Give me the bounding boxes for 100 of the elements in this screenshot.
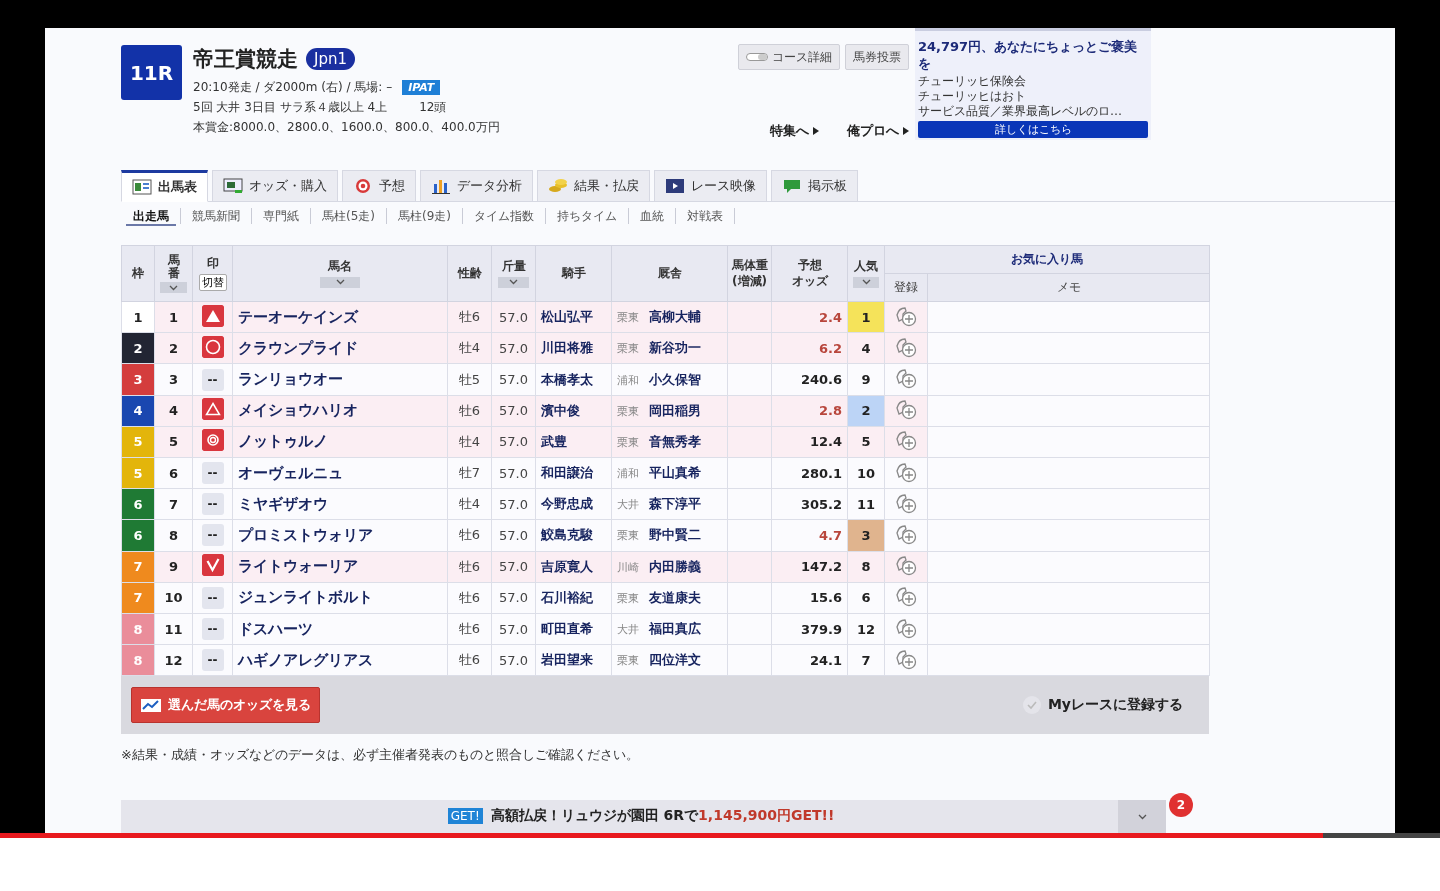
frame-number: 4 <box>121 395 155 427</box>
tab[interactable]: 掲示板 <box>771 169 858 202</box>
stable-area: 栗東 <box>617 311 639 325</box>
no-mark-button[interactable]: -- <box>201 462 224 485</box>
frame-number: 3 <box>121 363 155 396</box>
table-icon <box>132 178 152 195</box>
weight: 57.0 <box>491 395 536 427</box>
sort-button[interactable] <box>160 282 187 294</box>
trainer-name[interactable]: 高柳大輔 <box>649 309 701 325</box>
tab[interactable]: 結果・払戻 <box>537 169 650 202</box>
ad-details-button[interactable]: 詳しくはこちら <box>918 121 1148 138</box>
horse-plus-icon[interactable] <box>894 523 918 545</box>
jockey-name[interactable]: 武豊 <box>541 433 567 449</box>
sex-age: 牡6 <box>447 644 492 676</box>
trainer-name[interactable]: 四位洋文 <box>649 652 701 668</box>
ad-title[interactable]: 24,797円、あなたにちょっとご褒美を <box>918 38 1148 72</box>
betting-button[interactable]: 馬券投票 <box>845 44 909 70</box>
trainer-name[interactable]: 小久保智 <box>649 371 701 387</box>
toggle-button[interactable]: 切替 <box>198 273 227 291</box>
triangle-mark-icon[interactable] <box>201 398 224 421</box>
weight: 57.0 <box>491 644 536 676</box>
banner-headline[interactable]: 高額払戻！リュウジが園田 6Rで <box>490 807 699 826</box>
sort-button[interactable] <box>320 276 360 288</box>
trainer-name[interactable]: 新谷功一 <box>649 340 701 356</box>
no-mark-button[interactable]: -- <box>201 618 224 641</box>
sex-age: 牡4 <box>447 426 492 458</box>
tab[interactable]: レース映像 <box>654 169 767 202</box>
no-mark-button[interactable]: -- <box>201 586 224 609</box>
horse-plus-icon[interactable] <box>894 491 918 514</box>
frame-number: 6 <box>121 519 155 552</box>
subtab[interactable]: タイム指数 <box>463 208 546 225</box>
view-odds-button[interactable]: 選んだ馬のオッズを見る <box>131 686 320 723</box>
trainer-name[interactable]: 野中賢二 <box>649 527 701 543</box>
trainer-name[interactable]: 福田真広 <box>649 621 701 637</box>
sex-age: 牡7 <box>447 457 492 489</box>
column-header: 馬名 <box>232 245 448 302</box>
video-progress-bar[interactable] <box>0 833 1440 838</box>
check-circle-icon <box>1021 694 1042 715</box>
odds: 305.2 <box>771 488 848 520</box>
no-mark-button[interactable]: -- <box>201 368 224 391</box>
subtab[interactable]: 対戦表 <box>676 208 735 225</box>
horse-plus-icon[interactable] <box>894 616 918 639</box>
check-mark-icon[interactable] <box>201 554 224 577</box>
chevron-down-icon <box>509 279 518 286</box>
subtab[interactable]: 馬柱(5走) <box>311 208 387 225</box>
runner-count: 12頭 <box>419 99 447 116</box>
subtab[interactable]: 持ちタイム <box>546 208 629 225</box>
subtab[interactable]: 血統 <box>629 208 676 225</box>
payout-amount[interactable]: 1,145,900円GET!! <box>698 807 835 826</box>
sort-button[interactable] <box>497 276 530 288</box>
trainer-name[interactable]: 音無秀孝 <box>649 433 701 449</box>
horse-plus-icon[interactable] <box>894 367 918 390</box>
horse-number: 4 <box>154 395 193 427</box>
tab[interactable]: オッズ・購入 <box>212 169 338 202</box>
subtab[interactable]: 出走馬 <box>121 208 181 225</box>
tab[interactable]: データ分析 <box>420 169 533 202</box>
circle-mark-icon[interactable] <box>201 335 224 358</box>
no-mark-button[interactable]: -- <box>201 524 224 547</box>
column-header: 馬番 <box>154 245 193 302</box>
horse-number: 12 <box>154 644 193 676</box>
race-number: 11R <box>121 45 182 100</box>
grade-badge: Jpn1 <box>306 48 355 70</box>
horse-plus-icon[interactable] <box>894 554 918 577</box>
weight: 57.0 <box>491 488 536 520</box>
sex-age: 牡6 <box>447 519 492 552</box>
no-mark-button[interactable]: -- <box>201 649 224 672</box>
frame-number: 1 <box>121 301 155 333</box>
sort-button[interactable] <box>853 276 879 288</box>
subtab[interactable]: 専門紙 <box>252 208 311 225</box>
sex-age: 牡6 <box>447 582 492 614</box>
trainer-name[interactable]: 平山真希 <box>649 465 701 481</box>
tab[interactable]: 出馬表 <box>121 169 208 202</box>
feature-link[interactable]: 俺プロへ <box>847 122 909 140</box>
horse-plus-icon[interactable] <box>894 647 918 670</box>
trainer-name[interactable]: 森下淳平 <box>649 496 701 512</box>
race-title: 帝王賞競走 <box>193 46 298 73</box>
horse-plus-icon[interactable] <box>894 429 918 452</box>
odds: 15.6 <box>771 582 848 614</box>
odds: 6.2 <box>771 332 848 364</box>
filled-triangle-mark-icon[interactable] <box>201 304 224 327</box>
subtab[interactable]: 競馬新聞 <box>181 208 252 225</box>
tab[interactable]: 予想 <box>342 169 416 202</box>
frame-number: 7 <box>121 551 155 583</box>
my-race-button[interactable]: Myレースに登録する <box>1015 693 1189 716</box>
feature-link[interactable]: 特集へ <box>770 122 819 140</box>
trainer-name[interactable]: 岡田稲男 <box>649 402 701 418</box>
trainer-name[interactable]: 内田勝義 <box>649 558 701 574</box>
subtab[interactable]: 馬柱(9走) <box>387 208 463 225</box>
horse-plus-icon[interactable] <box>894 304 918 327</box>
column-header: お気に入り馬 <box>884 245 1210 274</box>
double-circle-mark-icon[interactable] <box>201 429 224 452</box>
horse-plus-icon[interactable] <box>894 398 918 421</box>
horse-number: 10 <box>154 582 193 614</box>
course-details-button[interactable]: コース詳細 <box>738 44 840 70</box>
no-mark-button[interactable]: -- <box>201 493 224 516</box>
column-header: 人気 <box>847 245 885 302</box>
horse-plus-icon[interactable] <box>894 460 918 483</box>
horse-plus-icon[interactable] <box>894 335 918 358</box>
horse-plus-icon[interactable] <box>894 585 918 608</box>
trainer-name[interactable]: 友道康夫 <box>649 589 701 605</box>
